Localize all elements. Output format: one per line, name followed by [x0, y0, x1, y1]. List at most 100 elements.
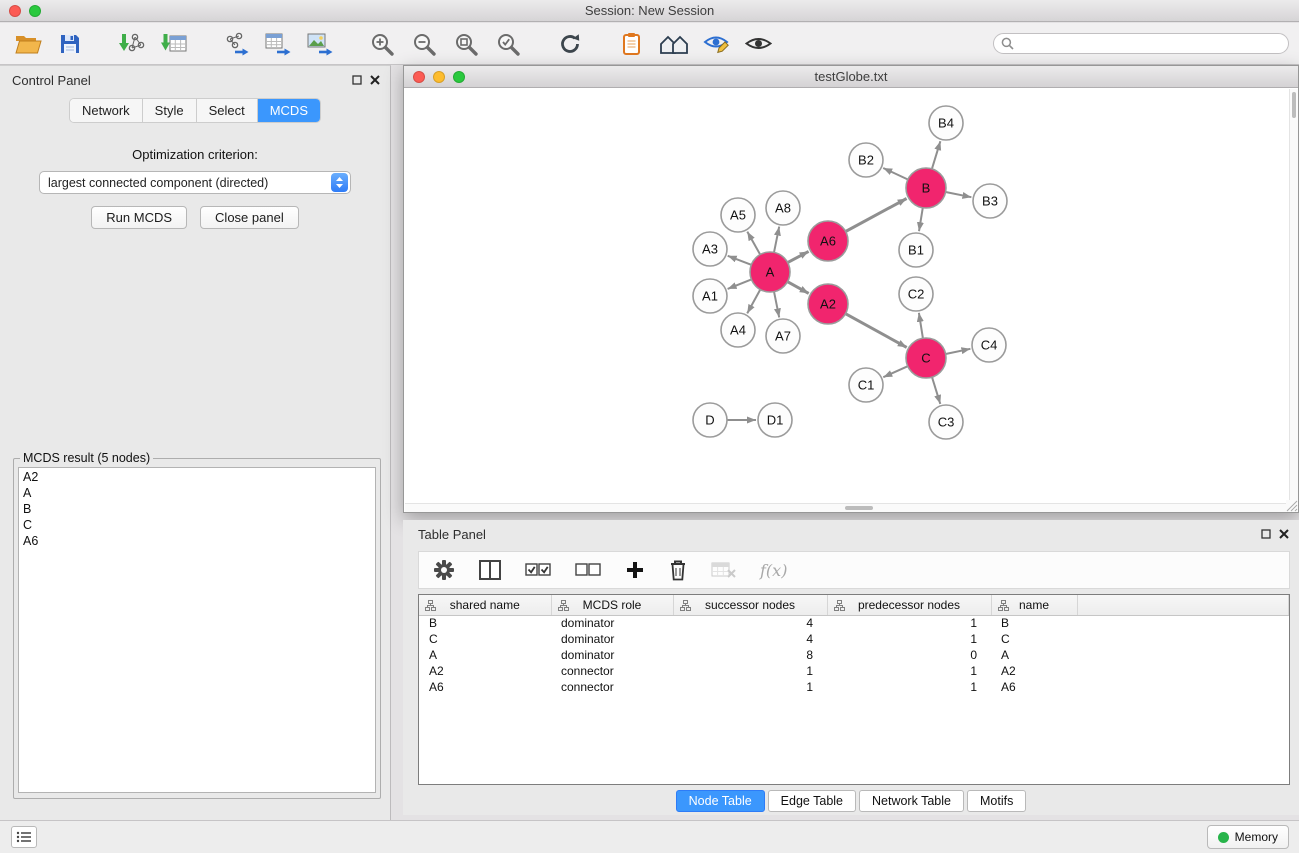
- graph-node-A5[interactable]: A5: [721, 198, 755, 232]
- annotations-button[interactable]: [698, 28, 734, 60]
- export-table-button[interactable]: [260, 28, 296, 60]
- edge-B-B4[interactable]: [932, 141, 941, 169]
- graph-node-A3[interactable]: A3: [693, 232, 727, 266]
- close-panel-icon[interactable]: [370, 73, 380, 88]
- graph-node-B[interactable]: B: [906, 168, 946, 208]
- table-row-A[interactable]: Adominator80A: [419, 647, 1289, 663]
- graph-node-C1[interactable]: C1: [849, 368, 883, 402]
- graph-node-C4[interactable]: C4: [972, 328, 1006, 362]
- refresh-view-button[interactable]: [552, 28, 588, 60]
- show-details-button[interactable]: [740, 28, 776, 60]
- memory-button[interactable]: Memory: [1207, 825, 1289, 849]
- graph-node-A6[interactable]: A6: [808, 221, 848, 261]
- tab-mcds[interactable]: MCDS: [258, 99, 320, 122]
- edge-A6-B[interactable]: [846, 199, 907, 232]
- edge-A-A7[interactable]: [774, 292, 779, 318]
- graph-node-A4[interactable]: A4: [721, 313, 755, 347]
- edge-C-C2[interactable]: [919, 313, 923, 338]
- show-panels-button[interactable]: [11, 826, 37, 848]
- column-header-name[interactable]: name: [991, 595, 1077, 615]
- horizontal-scrollbar-thumb[interactable]: [845, 506, 873, 510]
- edge-B-B1[interactable]: [919, 208, 923, 232]
- zoom-out-button[interactable]: [406, 28, 442, 60]
- mcds-result-item[interactable]: C: [23, 517, 375, 533]
- graph-node-D1[interactable]: D1: [758, 403, 792, 437]
- graph-node-A8[interactable]: A8: [766, 191, 800, 225]
- deselect-all-rows-button[interactable]: [575, 555, 601, 585]
- zoom-fit-button[interactable]: [448, 28, 484, 60]
- edge-A-A4[interactable]: [747, 290, 760, 314]
- add-column-button[interactable]: [625, 555, 645, 585]
- tab-edge-table[interactable]: Edge Table: [768, 790, 856, 812]
- graph-node-A1[interactable]: A1: [693, 279, 727, 313]
- edge-A2-C[interactable]: [846, 314, 907, 348]
- graph-node-D[interactable]: D: [693, 403, 727, 437]
- export-network-button[interactable]: [218, 28, 254, 60]
- zoom-selected-button[interactable]: [490, 28, 526, 60]
- export-image-button[interactable]: [302, 28, 338, 60]
- vertical-scrollbar[interactable]: [1289, 89, 1298, 503]
- edge-B-B3[interactable]: [946, 192, 972, 197]
- graph-node-A7[interactable]: A7: [766, 319, 800, 353]
- run-mcds-button[interactable]: Run MCDS: [91, 206, 187, 229]
- horizontal-scrollbar[interactable]: [405, 503, 1288, 512]
- graph-node-C3[interactable]: C3: [929, 405, 963, 439]
- edge-A-A5[interactable]: [747, 232, 760, 255]
- mcds-result-item[interactable]: A6: [23, 533, 375, 549]
- graph-node-A[interactable]: A: [750, 252, 790, 292]
- tab-motifs[interactable]: Motifs: [967, 790, 1026, 812]
- tab-select[interactable]: Select: [197, 99, 258, 122]
- close-mcds-panel-button[interactable]: Close panel: [200, 206, 299, 229]
- clipboard-button[interactable]: [614, 28, 650, 60]
- open-session-button[interactable]: [10, 28, 46, 60]
- edge-B-B2[interactable]: [883, 168, 908, 180]
- mcds-result-item[interactable]: A: [23, 485, 375, 501]
- float-table-panel-icon[interactable]: [1261, 527, 1271, 542]
- save-session-button[interactable]: [52, 28, 88, 60]
- table-row-C[interactable]: Cdominator41C: [419, 631, 1289, 647]
- edge-A-A8[interactable]: [774, 227, 779, 253]
- table-row-B[interactable]: Bdominator41B: [419, 615, 1289, 631]
- zoom-in-button[interactable]: [364, 28, 400, 60]
- graph-node-B2[interactable]: B2: [849, 143, 883, 177]
- mcds-result-item[interactable]: B: [23, 501, 375, 517]
- column-header-successor-nodes[interactable]: successor nodes: [673, 595, 827, 615]
- graph-node-C[interactable]: C: [906, 338, 946, 378]
- home-button[interactable]: [656, 28, 692, 60]
- vertical-scrollbar-thumb[interactable]: [1292, 92, 1296, 118]
- tab-node-table[interactable]: Node Table: [676, 790, 765, 812]
- edge-C-C1[interactable]: [883, 366, 908, 377]
- table-row-A2[interactable]: A2connector11A2: [419, 663, 1289, 679]
- import-network-button[interactable]: [114, 28, 150, 60]
- graph-node-B1[interactable]: B1: [899, 233, 933, 267]
- edge-C-C3[interactable]: [932, 377, 940, 404]
- graph-node-A2[interactable]: A2: [808, 284, 848, 324]
- show-columns-button[interactable]: [479, 555, 501, 585]
- tab-style[interactable]: Style: [143, 99, 197, 122]
- column-header-shared-name[interactable]: shared name: [419, 595, 551, 615]
- edge-A-A3[interactable]: [728, 256, 752, 265]
- mcds-result-list[interactable]: A2ABCA6: [18, 467, 376, 793]
- network-canvas[interactable]: B4B2BB3A5A8A6B1A3AC2A1A2A4A7C4CC1C3DD1: [405, 89, 1290, 505]
- import-table-button[interactable]: [156, 28, 192, 60]
- search-input[interactable]: [1018, 35, 1288, 52]
- optimization-criterion-select[interactable]: largest connected component (directed): [39, 171, 351, 194]
- column-header-MCDS-role[interactable]: MCDS role: [551, 595, 673, 615]
- tab-network-table[interactable]: Network Table: [859, 790, 964, 812]
- graph-node-B3[interactable]: B3: [973, 184, 1007, 218]
- mcds-result-item[interactable]: A2: [23, 469, 375, 485]
- edge-A-A1[interactable]: [728, 279, 752, 289]
- function-builder-button[interactable]: f(x): [760, 555, 787, 585]
- graph-node-B4[interactable]: B4: [929, 106, 963, 140]
- resize-grip[interactable]: [1286, 500, 1298, 512]
- float-panel-icon[interactable]: [352, 73, 362, 88]
- table-row-A6[interactable]: A6connector11A6: [419, 679, 1289, 695]
- table-settings-button[interactable]: [433, 555, 455, 585]
- edge-A-A6[interactable]: [788, 251, 809, 262]
- close-table-panel-icon[interactable]: [1279, 527, 1289, 542]
- column-header-predecessor-nodes[interactable]: predecessor nodes: [827, 595, 991, 615]
- tab-network[interactable]: Network: [70, 99, 143, 122]
- select-all-rows-button[interactable]: [525, 555, 551, 585]
- delete-table-button[interactable]: [711, 555, 736, 585]
- delete-column-button[interactable]: [669, 555, 687, 585]
